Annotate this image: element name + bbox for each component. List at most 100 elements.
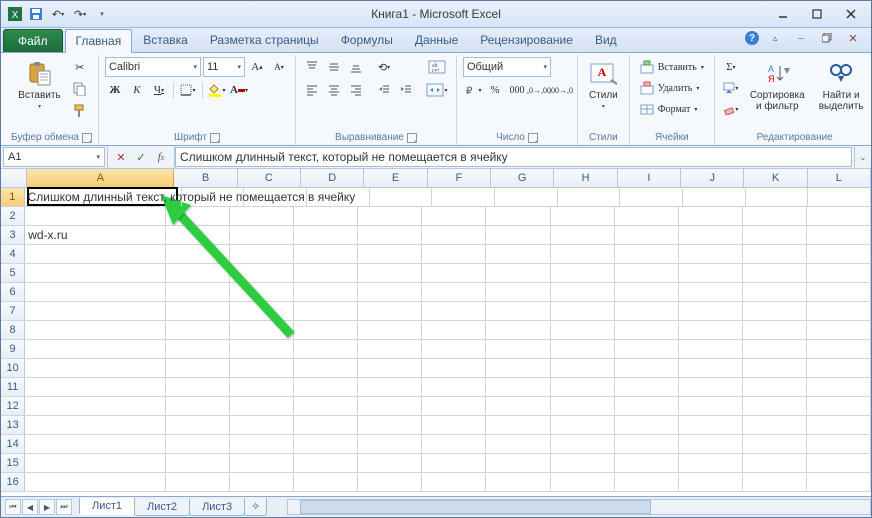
increase-font-icon[interactable]: A▴ — [247, 57, 267, 77]
cell[interactable] — [166, 264, 230, 282]
cell[interactable] — [679, 302, 743, 320]
cell[interactable] — [230, 378, 294, 396]
cell[interactable] — [166, 207, 230, 225]
cell[interactable] — [358, 378, 422, 396]
save-icon[interactable] — [27, 5, 45, 23]
column-header[interactable]: H — [554, 169, 617, 187]
cell[interactable] — [495, 188, 558, 206]
cell[interactable] — [743, 321, 807, 339]
cell[interactable] — [743, 473, 807, 491]
ribbon-tab[interactable]: Рецензирование — [469, 28, 584, 52]
cell[interactable] — [743, 283, 807, 301]
row-header[interactable]: 16 — [1, 473, 25, 491]
cell[interactable] — [615, 435, 679, 453]
cell[interactable] — [166, 416, 230, 434]
cell[interactable] — [615, 207, 679, 225]
column-header[interactable]: F — [428, 169, 491, 187]
cell[interactable] — [294, 416, 358, 434]
fx-icon[interactable]: fx — [152, 149, 170, 165]
cell[interactable] — [679, 264, 743, 282]
cell[interactable] — [25, 207, 166, 225]
qat-customize-icon[interactable]: ▾ — [93, 5, 111, 23]
select-all-corner[interactable] — [1, 169, 27, 187]
cell[interactable] — [25, 435, 166, 453]
cell[interactable] — [358, 397, 422, 415]
cell[interactable] — [807, 378, 871, 396]
horizontal-scrollbar[interactable] — [287, 499, 871, 515]
delete-cells-button[interactable]: Удалить▾ — [636, 78, 704, 98]
cell[interactable] — [551, 226, 615, 244]
cell[interactable] — [551, 245, 615, 263]
column-header[interactable]: E — [364, 169, 427, 187]
number-format-combo[interactable]: Общий▾ — [463, 57, 551, 77]
close-button[interactable] — [835, 4, 867, 24]
cell[interactable] — [230, 435, 294, 453]
sheet-nav-prev-icon[interactable]: ◀ — [22, 499, 38, 515]
autosum-icon[interactable]: Σ▾ — [721, 57, 741, 77]
cell[interactable] — [422, 416, 486, 434]
cell[interactable] — [807, 359, 871, 377]
cell[interactable] — [422, 302, 486, 320]
align-left-icon[interactable] — [302, 80, 322, 100]
decrease-decimal-icon[interactable]: ,00→,0 — [551, 80, 571, 100]
cell[interactable] — [679, 207, 743, 225]
ribbon-tab[interactable]: Формулы — [330, 28, 404, 52]
cell[interactable] — [679, 378, 743, 396]
accounting-icon[interactable]: ₽▾ — [463, 80, 483, 100]
cell[interactable] — [166, 473, 230, 491]
increase-decimal-icon[interactable]: ,0→,00 — [529, 80, 549, 100]
find-select-button[interactable]: Найти и выделить — [814, 57, 869, 115]
cell[interactable] — [25, 454, 166, 472]
cell[interactable] — [166, 378, 230, 396]
align-bottom-icon[interactable] — [346, 57, 366, 77]
align-middle-icon[interactable] — [324, 57, 344, 77]
row-header[interactable]: 5 — [1, 264, 25, 282]
cell[interactable] — [551, 435, 615, 453]
cell[interactable] — [422, 207, 486, 225]
row-header[interactable]: 4 — [1, 245, 25, 263]
cell[interactable] — [358, 226, 422, 244]
cell[interactable] — [551, 264, 615, 282]
cell[interactable] — [422, 226, 486, 244]
dialog-launcher-icon[interactable] — [82, 133, 92, 143]
cell[interactable] — [294, 283, 358, 301]
cell[interactable] — [743, 302, 807, 320]
sheet-tab[interactable]: Лист3 — [189, 499, 245, 516]
cell[interactable] — [807, 416, 871, 434]
help-icon[interactable]: ? — [745, 31, 759, 45]
cell[interactable] — [486, 416, 550, 434]
cell[interactable] — [551, 283, 615, 301]
cell[interactable] — [166, 359, 230, 377]
cell[interactable] — [679, 321, 743, 339]
fill-color-icon[interactable]: ▾ — [207, 80, 227, 100]
cell[interactable] — [743, 359, 807, 377]
cell[interactable] — [230, 321, 294, 339]
cell[interactable] — [422, 283, 486, 301]
cell[interactable] — [294, 378, 358, 396]
sheet-tab[interactable]: Лист1 — [79, 498, 135, 515]
cell[interactable] — [743, 378, 807, 396]
cell[interactable] — [807, 435, 871, 453]
cell[interactable] — [25, 359, 166, 377]
align-top-icon[interactable] — [302, 57, 322, 77]
cell[interactable] — [486, 264, 550, 282]
formula-input[interactable]: Слишком длинный текст, который не помеща… — [175, 147, 852, 167]
cell[interactable] — [230, 397, 294, 415]
column-header[interactable]: C — [238, 169, 301, 187]
cell[interactable] — [679, 226, 743, 244]
cell[interactable] — [807, 397, 871, 415]
cell[interactable] — [743, 264, 807, 282]
cell[interactable] — [486, 283, 550, 301]
comma-icon[interactable]: 000 — [507, 80, 527, 100]
cell[interactable] — [294, 226, 358, 244]
ribbon-tab[interactable]: Разметка страницы — [199, 28, 330, 52]
expand-formula-icon[interactable]: ⌄ — [854, 146, 871, 168]
cell[interactable] — [486, 397, 550, 415]
format-cells-button[interactable]: Формат▾ — [636, 99, 702, 119]
orientation-icon[interactable]: ⟲▾ — [374, 57, 394, 77]
cell[interactable] — [166, 283, 230, 301]
cell[interactable] — [807, 302, 871, 320]
cell[interactable] — [25, 245, 166, 263]
cut-icon[interactable]: ✂ — [70, 57, 90, 77]
cell[interactable] — [294, 473, 358, 491]
